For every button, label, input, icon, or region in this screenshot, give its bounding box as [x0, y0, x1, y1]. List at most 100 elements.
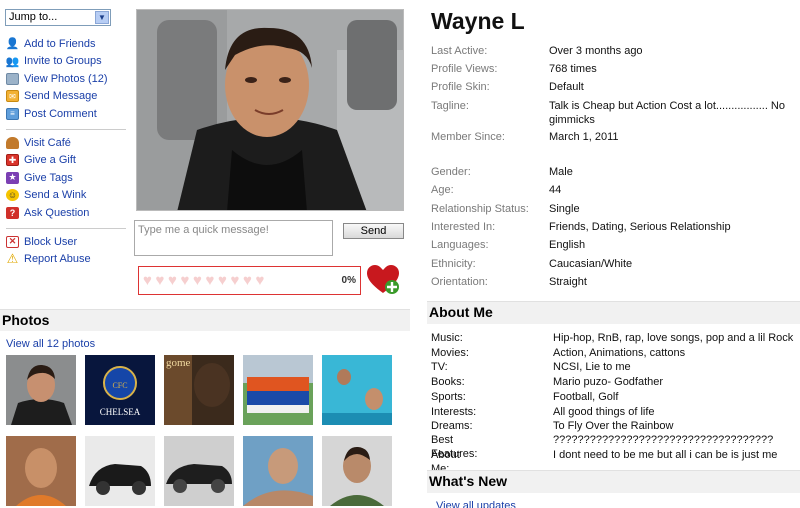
heart-icon[interactable]: ♥ [231, 273, 240, 288]
about-value: To Fly Over the Rainbow [553, 420, 674, 432]
nav-label[interactable]: Ask Question [24, 207, 89, 219]
photo-thumbnail[interactable]: gome [164, 355, 234, 425]
chevron-down-icon[interactable]: ▼ [95, 11, 109, 24]
about-key: Dreams: [431, 420, 473, 432]
about-key: Movies: [431, 347, 469, 359]
heart-icon[interactable]: ♥ [193, 273, 202, 288]
heart-icon[interactable]: ♥ [256, 273, 265, 288]
about-value: ???????????????????????????????????? [553, 434, 774, 446]
invite-to-groups-link[interactable]: 👥 Invite to Groups [6, 53, 128, 71]
ask-question-link[interactable]: ? Ask Question [6, 204, 128, 222]
burger-icon [6, 136, 19, 149]
photo-thumbnail[interactable] [85, 436, 155, 506]
nav-label[interactable]: Add to Friends [24, 38, 96, 50]
profile-name: Wayne L [431, 8, 525, 34]
about-key: Music: [431, 332, 463, 344]
heart-icon[interactable]: ♥ [218, 273, 227, 288]
heart-icon[interactable]: ♥ [168, 273, 177, 288]
quick-message-placeholder: Type me a quick message! [138, 224, 269, 236]
add-to-friends-link[interactable]: 👤 Add to Friends [6, 35, 128, 53]
action-menu-primary: 👤 Add to Friends 👥 Invite to Groups View… [6, 35, 128, 136]
detail-key: Ethnicity: [431, 258, 476, 270]
photos-icon [6, 72, 19, 85]
detail-key: Relationship Status: [431, 203, 529, 215]
about-key: Sports: [431, 391, 466, 403]
photo-thumbnail[interactable] [6, 436, 76, 506]
give-tags-link[interactable]: ★ Give Tags [6, 169, 128, 187]
heart-icon[interactable]: ♥ [156, 273, 165, 288]
divider [6, 227, 126, 229]
nav-label[interactable]: Send a Wink [24, 189, 86, 201]
nav-label[interactable]: Block User [24, 236, 77, 248]
jump-to-select[interactable]: Jump to... ▼ [5, 9, 111, 26]
jump-to-value: Jump to... [9, 11, 58, 23]
detail-value: Talk is Cheap but Action Cost a lot.....… [549, 100, 785, 126]
detail-value: Over 3 months ago [549, 45, 643, 57]
about-value: Action, Animations, cattons [553, 347, 686, 359]
post-comment-link[interactable]: ≡ Post Comment [6, 105, 128, 123]
photo-image [322, 355, 392, 425]
detail-value: March 1, 2011 [549, 131, 619, 143]
detail-value: Default [549, 81, 584, 93]
book-cover-text: gome [166, 357, 191, 369]
report-abuse-link[interactable]: ⚠ Report Abuse [6, 251, 128, 269]
heart-rating-bar[interactable]: ♥ ♥ ♥ ♥ ♥ ♥ ♥ ♥ ♥ ♥ 0% [138, 266, 361, 295]
detail-value: Friends, Dating, Serious Relationship [549, 221, 731, 233]
heart-percent: 0% [341, 275, 356, 286]
star-icon: ★ [6, 171, 19, 184]
add-heart-button[interactable] [367, 265, 401, 295]
detail-value: Single [549, 203, 580, 215]
nav-label[interactable]: Invite to Groups [24, 55, 102, 67]
heart-icon[interactable]: ♥ [206, 273, 215, 288]
view-all-photos-link[interactable]: View all 12 photos [6, 338, 95, 350]
photos-section-title: Photos [0, 309, 410, 331]
photo-thumbnail[interactable]: CFC CHELSEA [85, 355, 155, 425]
give-gift-link[interactable]: ✚ Give a Gift [6, 152, 128, 170]
detail-key: Member Since: [431, 131, 505, 143]
detail-value: Caucasian/White [549, 258, 633, 270]
view-all-updates-link[interactable]: View all updates [436, 500, 516, 508]
block-icon: ✕ [6, 235, 19, 248]
whats-new-section-title: What's New [427, 470, 800, 493]
nav-label[interactable]: Report Abuse [24, 253, 91, 265]
view-photos-link[interactable]: View Photos (12) [6, 70, 128, 88]
main-profile-photo[interactable] [136, 9, 404, 211]
nav-label[interactable]: Post Comment [24, 108, 97, 120]
heart-plus-icon [367, 265, 399, 294]
visit-cafe-link[interactable]: Visit Café [6, 134, 128, 152]
nav-label[interactable]: Give a Gift [24, 154, 76, 166]
heart-icon[interactable]: ♥ [143, 273, 152, 288]
send-message-link[interactable]: ✉ Send Message [6, 88, 128, 106]
photo-thumbnail[interactable] [322, 355, 392, 425]
heart-icon[interactable]: ♥ [243, 273, 252, 288]
nav-label[interactable]: Send Message [24, 90, 97, 102]
block-user-link[interactable]: ✕ Block User [6, 233, 128, 251]
photo-thumbnail[interactable] [322, 436, 392, 506]
nav-label[interactable]: Visit Café [24, 137, 71, 149]
about-value: NCSI, Lie to me [553, 361, 631, 373]
nav-label[interactable]: Give Tags [24, 172, 73, 184]
send-button[interactable]: Send [343, 223, 404, 239]
photo-image [6, 436, 76, 506]
comment-icon: ≡ [6, 107, 19, 120]
action-menu-social: Visit Café ✚ Give a Gift ★ Give Tags ☺ S… [6, 134, 128, 235]
photo-thumbnail[interactable] [6, 355, 76, 425]
photo-image [85, 436, 155, 506]
about-me-section-title: About Me [427, 301, 800, 324]
photo-thumbnail[interactable] [164, 436, 234, 506]
photo-image [164, 436, 234, 506]
photo-image [243, 436, 313, 506]
detail-key: Profile Skin: [431, 81, 490, 93]
photo-image [322, 436, 392, 506]
nav-label[interactable]: View Photos (12) [24, 73, 108, 85]
heart-icon[interactable]: ♥ [181, 273, 190, 288]
detail-value: Straight [549, 276, 587, 288]
send-wink-link[interactable]: ☺ Send a Wink [6, 187, 128, 205]
photo-thumbnail[interactable] [243, 355, 313, 425]
about-value: I dont need to be me but all i can be is… [553, 449, 778, 461]
action-menu-safety: ✕ Block User ⚠ Report Abuse [6, 233, 128, 268]
quick-message-input[interactable]: Type me a quick message! [134, 220, 333, 256]
detail-key: Age: [431, 184, 454, 196]
divider [6, 128, 126, 130]
photo-thumbnail[interactable] [243, 436, 313, 506]
